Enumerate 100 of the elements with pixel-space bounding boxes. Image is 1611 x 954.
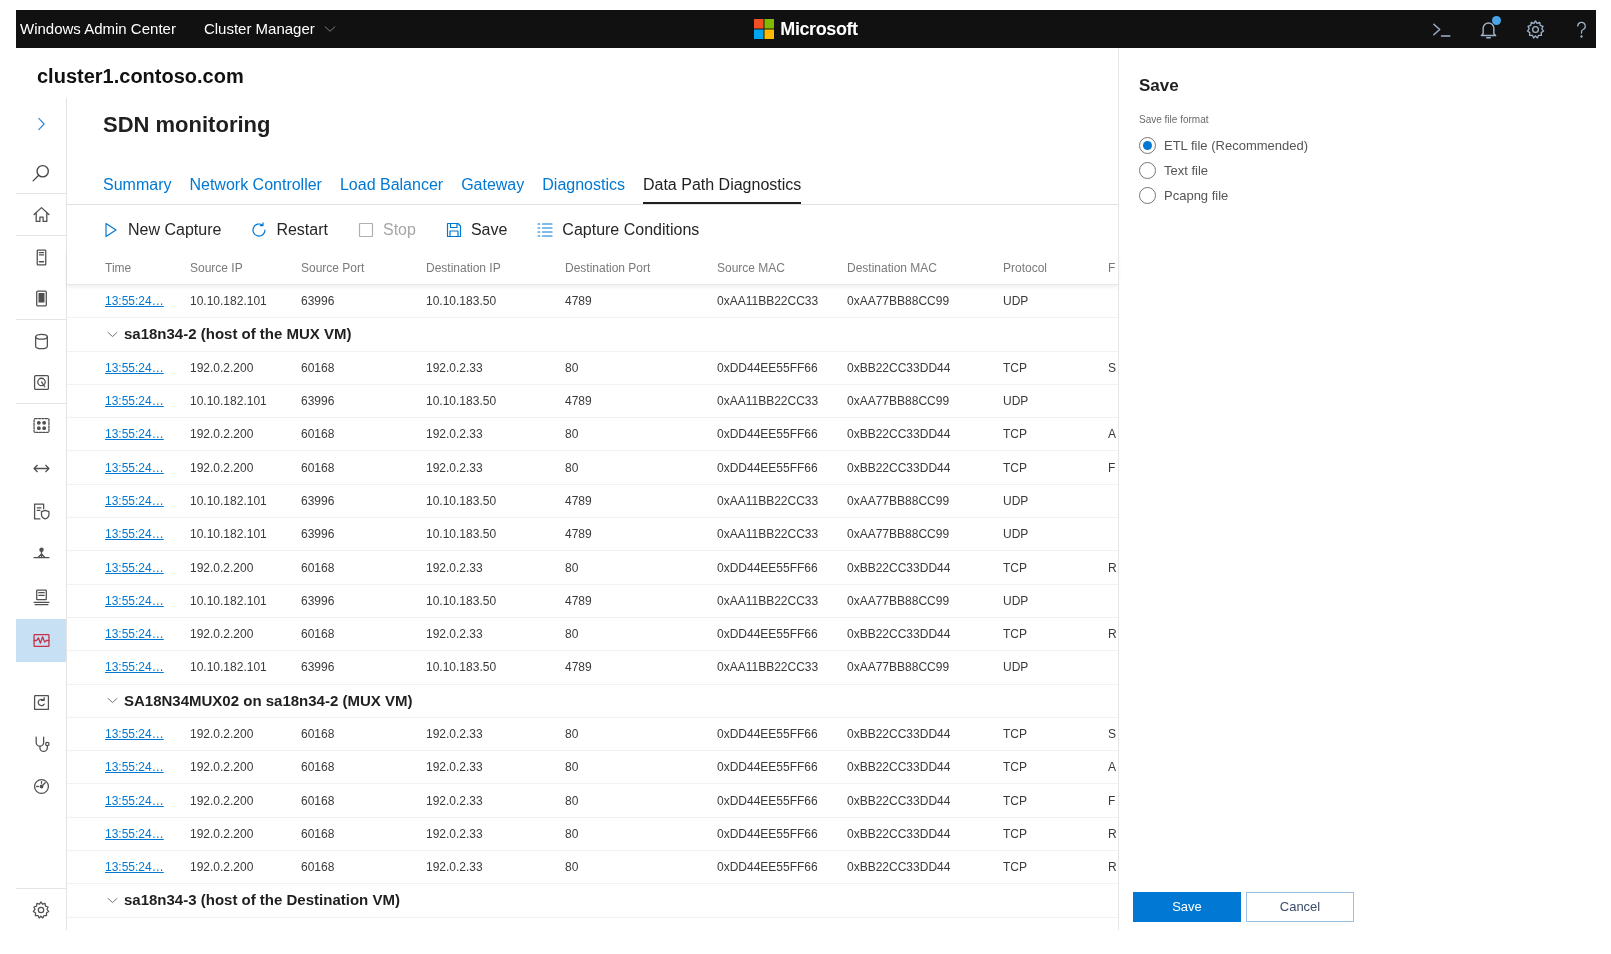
notification-bell-icon[interactable]	[1479, 19, 1498, 39]
time-link[interactable]: 13:55:24…	[105, 759, 164, 776]
tab[interactable]: Gateway	[461, 165, 525, 204]
chevron-down-icon	[323, 23, 336, 35]
table-cell: 0xDD44EE55FF66	[717, 559, 818, 576]
table-cell: 4789	[565, 293, 592, 310]
table-cell: 60168	[301, 726, 335, 742]
group-toggle[interactable]: SA18N34MUX02 on sa18n34-2 (MUX VM)	[107, 690, 413, 711]
time-link[interactable]: 13:55:24…	[105, 659, 164, 676]
time-link[interactable]: 13:55:24…	[105, 559, 164, 576]
table-cell: 0xAA11BB22CC33	[717, 293, 819, 310]
table-cell: TCP	[1003, 559, 1027, 576]
radio-option[interactable]: ETL file (Recommended)	[1139, 133, 1308, 158]
save-button[interactable]: Save	[445, 220, 508, 240]
radio-option[interactable]: Pcapng file	[1139, 183, 1229, 208]
time-link[interactable]: 13:55:24…	[105, 459, 164, 476]
settings-icon[interactable]	[1526, 19, 1545, 39]
column-header: Destination Port	[565, 260, 652, 276]
time-link[interactable]: 13:55:24…	[105, 726, 164, 742]
table-cell: 60168	[301, 626, 335, 643]
table-cell: 0xDD44EE55FF66	[717, 359, 818, 376]
tab[interactable]: Diagnostics	[542, 165, 625, 204]
time-link[interactable]: 13:55:24…	[105, 359, 164, 376]
home-icon	[32, 206, 50, 223]
table-cell: 0xAA11BB22CC33	[717, 393, 819, 410]
group-toggle[interactable]: sa18n34-2 (host of the MUX VM)	[107, 324, 352, 345]
table-cell: 192.0.2.200	[190, 726, 254, 742]
cancel-button[interactable]: Cancel	[1246, 892, 1354, 922]
table-cell: 0xAA77BB88CC99	[847, 393, 950, 410]
table-cell: UDP	[1003, 592, 1029, 609]
restart-button[interactable]: Restart	[251, 220, 328, 240]
time-link[interactable]: 13:55:24…	[105, 492, 164, 509]
settings-icon[interactable]	[32, 900, 50, 919]
column-header: Source Port	[301, 260, 366, 276]
table-cell: R	[1108, 825, 1117, 842]
table-cell: 4789	[565, 492, 592, 509]
table-cell: R	[1108, 859, 1117, 876]
table-cell: 0xAA77BB88CC99	[847, 293, 950, 310]
time-link[interactable]: 13:55:24…	[105, 626, 164, 643]
capture-conditions-button[interactable]: Capture Conditions	[537, 220, 700, 240]
table-cell: 0xBB22CC33DD44	[847, 626, 951, 643]
time-link[interactable]: 13:55:24…	[105, 825, 164, 842]
tab[interactable]: Summary	[103, 165, 172, 204]
save-icon	[445, 222, 462, 238]
time-link[interactable]: 13:55:24…	[105, 859, 164, 876]
table-cell: 0xAA11BB22CC33	[717, 492, 819, 509]
table-cell: A	[1108, 759, 1116, 776]
time-link[interactable]: 13:55:24…	[105, 293, 164, 310]
table-cell: 0xBB22CC33DD44	[847, 825, 951, 842]
table-cell: 0xDD44EE55FF66	[717, 426, 818, 443]
column-header: F	[1108, 260, 1117, 276]
table-cell: 63996	[301, 592, 335, 609]
tab[interactable]: Network Controller	[189, 165, 322, 204]
page-title: SDN monitoring	[103, 111, 272, 139]
table-cell: 192.0.2.33	[426, 359, 483, 376]
logo-icon	[754, 19, 775, 39]
sidebar-item[interactable]	[16, 619, 66, 662]
table-cell: A	[1108, 426, 1116, 443]
table-cell: F	[1108, 459, 1116, 476]
table-cell: 192.0.2.33	[426, 759, 483, 776]
table-cell: 60168	[301, 792, 335, 809]
table-cell: 0xDD44EE55FF66	[717, 792, 818, 809]
time-link[interactable]: 13:55:24…	[105, 592, 164, 609]
server-stack-icon	[32, 589, 50, 606]
table-cell: 0xBB22CC33DD44	[847, 759, 951, 776]
table-cell: 4789	[565, 659, 592, 676]
table-cell: 80	[565, 459, 579, 476]
table-cell: 0xAA11BB22CC33	[717, 659, 819, 676]
table-cell: 0xAA11BB22CC33	[717, 592, 819, 609]
time-link[interactable]: 13:55:24…	[105, 526, 164, 543]
cylinder-icon	[32, 332, 50, 350]
table-cell: S	[1108, 726, 1116, 742]
table-cell: 0xBB22CC33DD44	[847, 359, 951, 376]
table-cell: 63996	[301, 659, 335, 676]
time-link[interactable]: 13:55:24…	[105, 426, 164, 443]
table-cell: 192.0.2.200	[190, 626, 254, 643]
context-dropdown[interactable]: Cluster Manager	[203, 19, 336, 39]
search-icon[interactable]	[32, 163, 50, 182]
table-cell: 63996	[301, 526, 335, 543]
group-toggle[interactable]: sa18n34-3 (host of the Destination VM)	[107, 890, 400, 911]
table-cell: 192.0.2.200	[190, 759, 254, 776]
time-link[interactable]: 13:55:24…	[105, 792, 164, 809]
table-cell: 192.0.2.33	[426, 859, 483, 876]
table-cell: 192.0.2.200	[190, 859, 254, 876]
chart-monitor-icon	[32, 632, 50, 649]
table-cell: 0xBB22CC33DD44	[847, 859, 951, 876]
primary-button[interactable]: Save	[1133, 892, 1241, 922]
new-capture-button[interactable]: New Capture	[103, 220, 222, 240]
table-cell: 60168	[301, 426, 335, 443]
panel-title: Save	[1139, 75, 1180, 97]
column-header: Time	[105, 260, 133, 276]
table-cell: UDP	[1003, 492, 1029, 509]
table-cell: 10.10.182.101	[190, 659, 267, 676]
table-cell: TCP	[1003, 859, 1027, 876]
time-link[interactable]: 13:55:24…	[105, 393, 164, 410]
tab[interactable]: Data Path Diagnostics	[642, 165, 802, 204]
table-cell: TCP	[1003, 726, 1027, 742]
radio-option[interactable]: Text file	[1139, 158, 1209, 183]
tab[interactable]: Load Balancer	[339, 165, 444, 204]
table-cell: 10.10.182.101	[190, 526, 267, 543]
